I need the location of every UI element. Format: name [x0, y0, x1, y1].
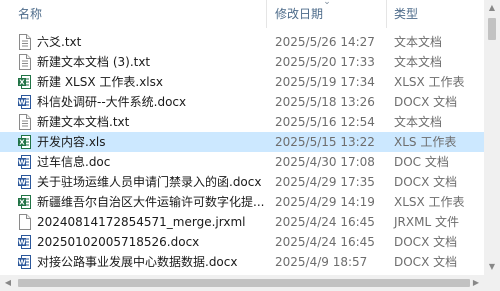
file-row[interactable]: 六爻.txt 2025/5/26 14:27 文本文档 [0, 32, 484, 52]
svg-text:X: X [19, 199, 25, 207]
file-type: DOCX 文档 [394, 255, 458, 269]
file-row[interactable]: 20240814172854571_merge.jrxml 2025/4/24 1… [0, 212, 484, 232]
file-row[interactable]: W 关于驻场运维人员申请门禁录入的函.docx 2025/4/29 17:35 DOC… [0, 172, 484, 192]
svg-text:W: W [18, 259, 26, 267]
file-row[interactable]: W 对接公路事业发展中心数据数据.docx 2025/4/9 18:57 DOCX 文… [0, 252, 484, 272]
svg-text:W: W [18, 179, 26, 187]
svg-text:W: W [18, 239, 26, 247]
horizontal-scrollbar[interactable]: ◀ ▶ [0, 275, 484, 291]
file-type: 文本文档 [394, 115, 443, 129]
column-divider[interactable] [386, 0, 387, 28]
file-name: 新建 XLSX 工作表.xlsx [37, 75, 163, 89]
file-type: XLSX 工作表 [394, 75, 465, 89]
vertical-scroll-thumb[interactable] [488, 18, 496, 40]
doc-file-icon: W [17, 154, 33, 170]
file-name: 新建文本文档.txt [37, 115, 130, 129]
file-type: DOCX 文档 [394, 175, 458, 189]
file-modified-date: 2025/5/19 17:34 [275, 75, 375, 89]
file-modified-date: 2025/4/24 16:45 [275, 235, 375, 249]
file-name: 关于驻场运维人员申请门禁录入的函.docx [37, 175, 262, 189]
file-list: 六爻.txt 2025/5/26 14:27 文本文档 新建文本文档 (3).txt 2… [0, 32, 484, 272]
file-type: 文本文档 [394, 35, 443, 49]
svg-text:W: W [18, 99, 26, 107]
file-modified-date: 2025/4/9 18:57 [275, 255, 368, 269]
horizontal-scroll-thumb[interactable] [18, 279, 470, 287]
file-type: DOCX 文档 [394, 95, 458, 109]
column-divider[interactable] [266, 0, 267, 28]
column-header-type[interactable]: 类型 [394, 0, 418, 28]
file-name: 开发内容.xls [37, 135, 106, 149]
file-row[interactable]: W 科信处调研--大件系统.docx 2025/5/18 13:26 DOCX 文档 [0, 92, 484, 112]
file-name: 新建文本文档 (3).txt [37, 55, 151, 69]
file-name: 科信处调研--大件系统.docx [37, 95, 187, 109]
file-type: XLSX 工作表 [394, 195, 465, 209]
file-row[interactable]: X 新建 XLSX 工作表.xlsx 2025/5/19 17:34 XLSX 工作表 [0, 72, 484, 92]
file-type: DOCX 文档 [394, 235, 458, 249]
file-modified-date: 2025/4/24 16:45 [275, 215, 375, 229]
docx-file-icon: W [17, 234, 33, 250]
generic-file-icon [17, 214, 33, 230]
txt-file-icon [17, 34, 33, 50]
txt-file-icon [17, 54, 33, 70]
file-modified-date: 2025/5/26 14:27 [275, 35, 375, 49]
file-modified-date: 2025/5/18 13:26 [275, 95, 375, 109]
docx-file-icon: W [17, 94, 33, 110]
file-row[interactable]: 新建文本文档.txt 2025/5/16 12:54 文本文档 [0, 112, 484, 132]
column-header-name[interactable]: 名称 [18, 0, 42, 28]
file-modified-date: 2025/5/16 12:54 [275, 115, 375, 129]
file-name: 新疆维吾尔自治区大件运输许可数字化提... [37, 195, 265, 209]
file-name: 对接公路事业发展中心数据数据.docx [37, 255, 238, 269]
xlsx-file-icon: X [17, 74, 33, 90]
file-modified-date: 2025/5/20 17:33 [275, 55, 375, 69]
svg-text:X: X [19, 139, 25, 147]
scroll-down-icon[interactable]: ▼ [484, 259, 500, 275]
column-header-bar: 名称 ⌄ 修改日期 类型 [0, 0, 484, 28]
file-row[interactable]: 新建文本文档 (3).txt 2025/5/20 17:33 文本文档 [0, 52, 484, 72]
file-type: DOC 文档 [394, 155, 449, 169]
file-name: 过车信息.doc [37, 155, 111, 169]
file-modified-date: 2025/5/15 13:22 [275, 135, 375, 149]
file-type: 文本文档 [394, 55, 443, 69]
file-name: 六爻.txt [37, 35, 82, 49]
scroll-up-icon[interactable]: ▲ [484, 0, 500, 16]
scroll-left-icon[interactable]: ◀ [0, 275, 16, 291]
xlsx-file-icon: X [17, 194, 33, 210]
file-type: XLS 工作表 [394, 135, 457, 149]
file-row[interactable]: W 20250102005718526.docx 2025/4/24 16:45 DO… [0, 232, 484, 252]
file-modified-date: 2025/4/29 14:19 [275, 195, 375, 209]
vertical-scrollbar[interactable]: ▲ ▼ [484, 0, 500, 275]
scrollbar-corner [484, 275, 500, 291]
file-name: 20240814172854571_merge.jrxml [37, 215, 246, 229]
file-row[interactable]: W 过车信息.doc 2025/4/30 17:08 DOC 文档 [0, 152, 484, 172]
xls-file-icon: X [17, 134, 33, 150]
file-modified-date: 2025/4/29 17:35 [275, 175, 375, 189]
file-modified-date: 2025/4/30 17:08 [275, 155, 375, 169]
scroll-right-icon[interactable]: ▶ [468, 275, 484, 291]
docx-file-icon: W [17, 174, 33, 190]
file-row[interactable]: X 开发内容.xls 2025/5/15 13:22 XLS 工作表 [0, 132, 484, 152]
svg-text:X: X [19, 79, 25, 87]
file-name: 20250102005718526.docx [37, 235, 200, 249]
file-row[interactable]: X 新疆维吾尔自治区大件运输许可数字化提... 2025/4/29 14:19 XLS… [0, 192, 484, 212]
column-header-date[interactable]: 修改日期 [275, 0, 323, 28]
svg-text:W: W [18, 159, 26, 167]
txt-file-icon [17, 114, 33, 130]
file-type: JRXML 文件 [394, 215, 459, 229]
docx-file-icon: W [17, 254, 33, 270]
